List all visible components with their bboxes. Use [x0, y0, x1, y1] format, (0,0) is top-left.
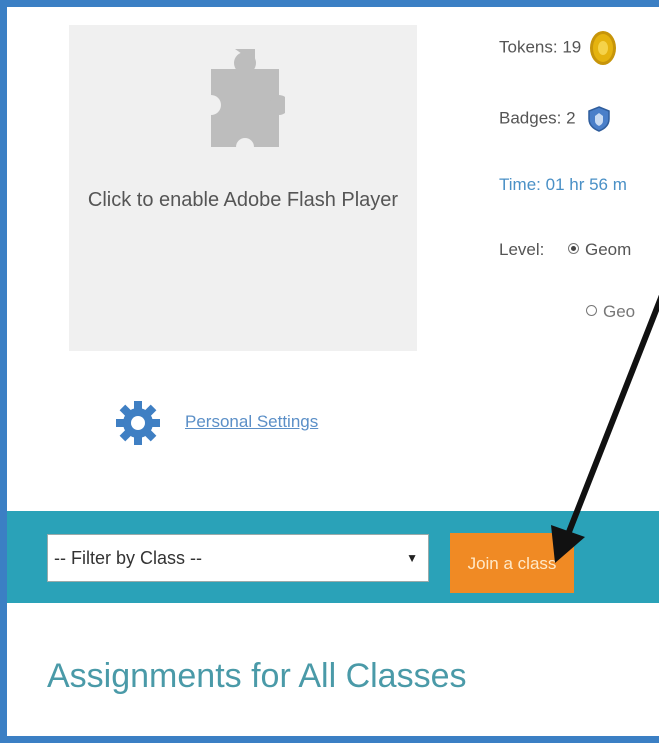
tokens-label: Tokens: [499, 37, 558, 57]
radio-unselected-icon[interactable] [586, 305, 597, 317]
level-option-2-label: Geo [603, 302, 636, 321]
badges-value: 2 [566, 108, 576, 128]
level-label: Level: [499, 240, 545, 259]
level-option-1-label: Geom [585, 240, 632, 259]
chevron-down-icon: ▼ [406, 551, 418, 565]
join-class-button[interactable]: Join a class [450, 533, 574, 593]
personal-settings-link[interactable]: Personal Settings [185, 412, 318, 432]
time-value: 01 hr 56 m [545, 175, 627, 194]
flash-message: Click to enable Adobe Flash Player [87, 189, 399, 211]
tokens-value: 19 [562, 37, 582, 57]
shield-badge-icon [588, 106, 611, 132]
level-option-1[interactable]: Geom [568, 240, 631, 260]
badges-stat: Badges: 2 [499, 106, 611, 132]
puzzle-piece-icon [205, 49, 285, 149]
page-frame: Click to enable Adobe Flash Player Token… [0, 0, 659, 743]
gear-icon [116, 401, 160, 445]
class-filter-value: -- Filter by Class -- [54, 548, 202, 568]
badges-label: Badges: [499, 108, 562, 128]
level-option-2[interactable]: Geo [586, 302, 635, 322]
radio-selected-icon[interactable] [568, 243, 579, 255]
coin-icon [589, 31, 616, 65]
assignments-heading: Assignments for All Classes [47, 657, 467, 695]
flash-placeholder[interactable]: Click to enable Adobe Flash Player [69, 25, 417, 351]
class-filter-select[interactable]: -- Filter by Class -- ▼ [47, 534, 429, 582]
time-label: Time: [499, 175, 541, 194]
tokens-stat: Tokens: 19 [499, 31, 616, 65]
time-stat: Time: 01 hr 56 m [499, 175, 627, 195]
